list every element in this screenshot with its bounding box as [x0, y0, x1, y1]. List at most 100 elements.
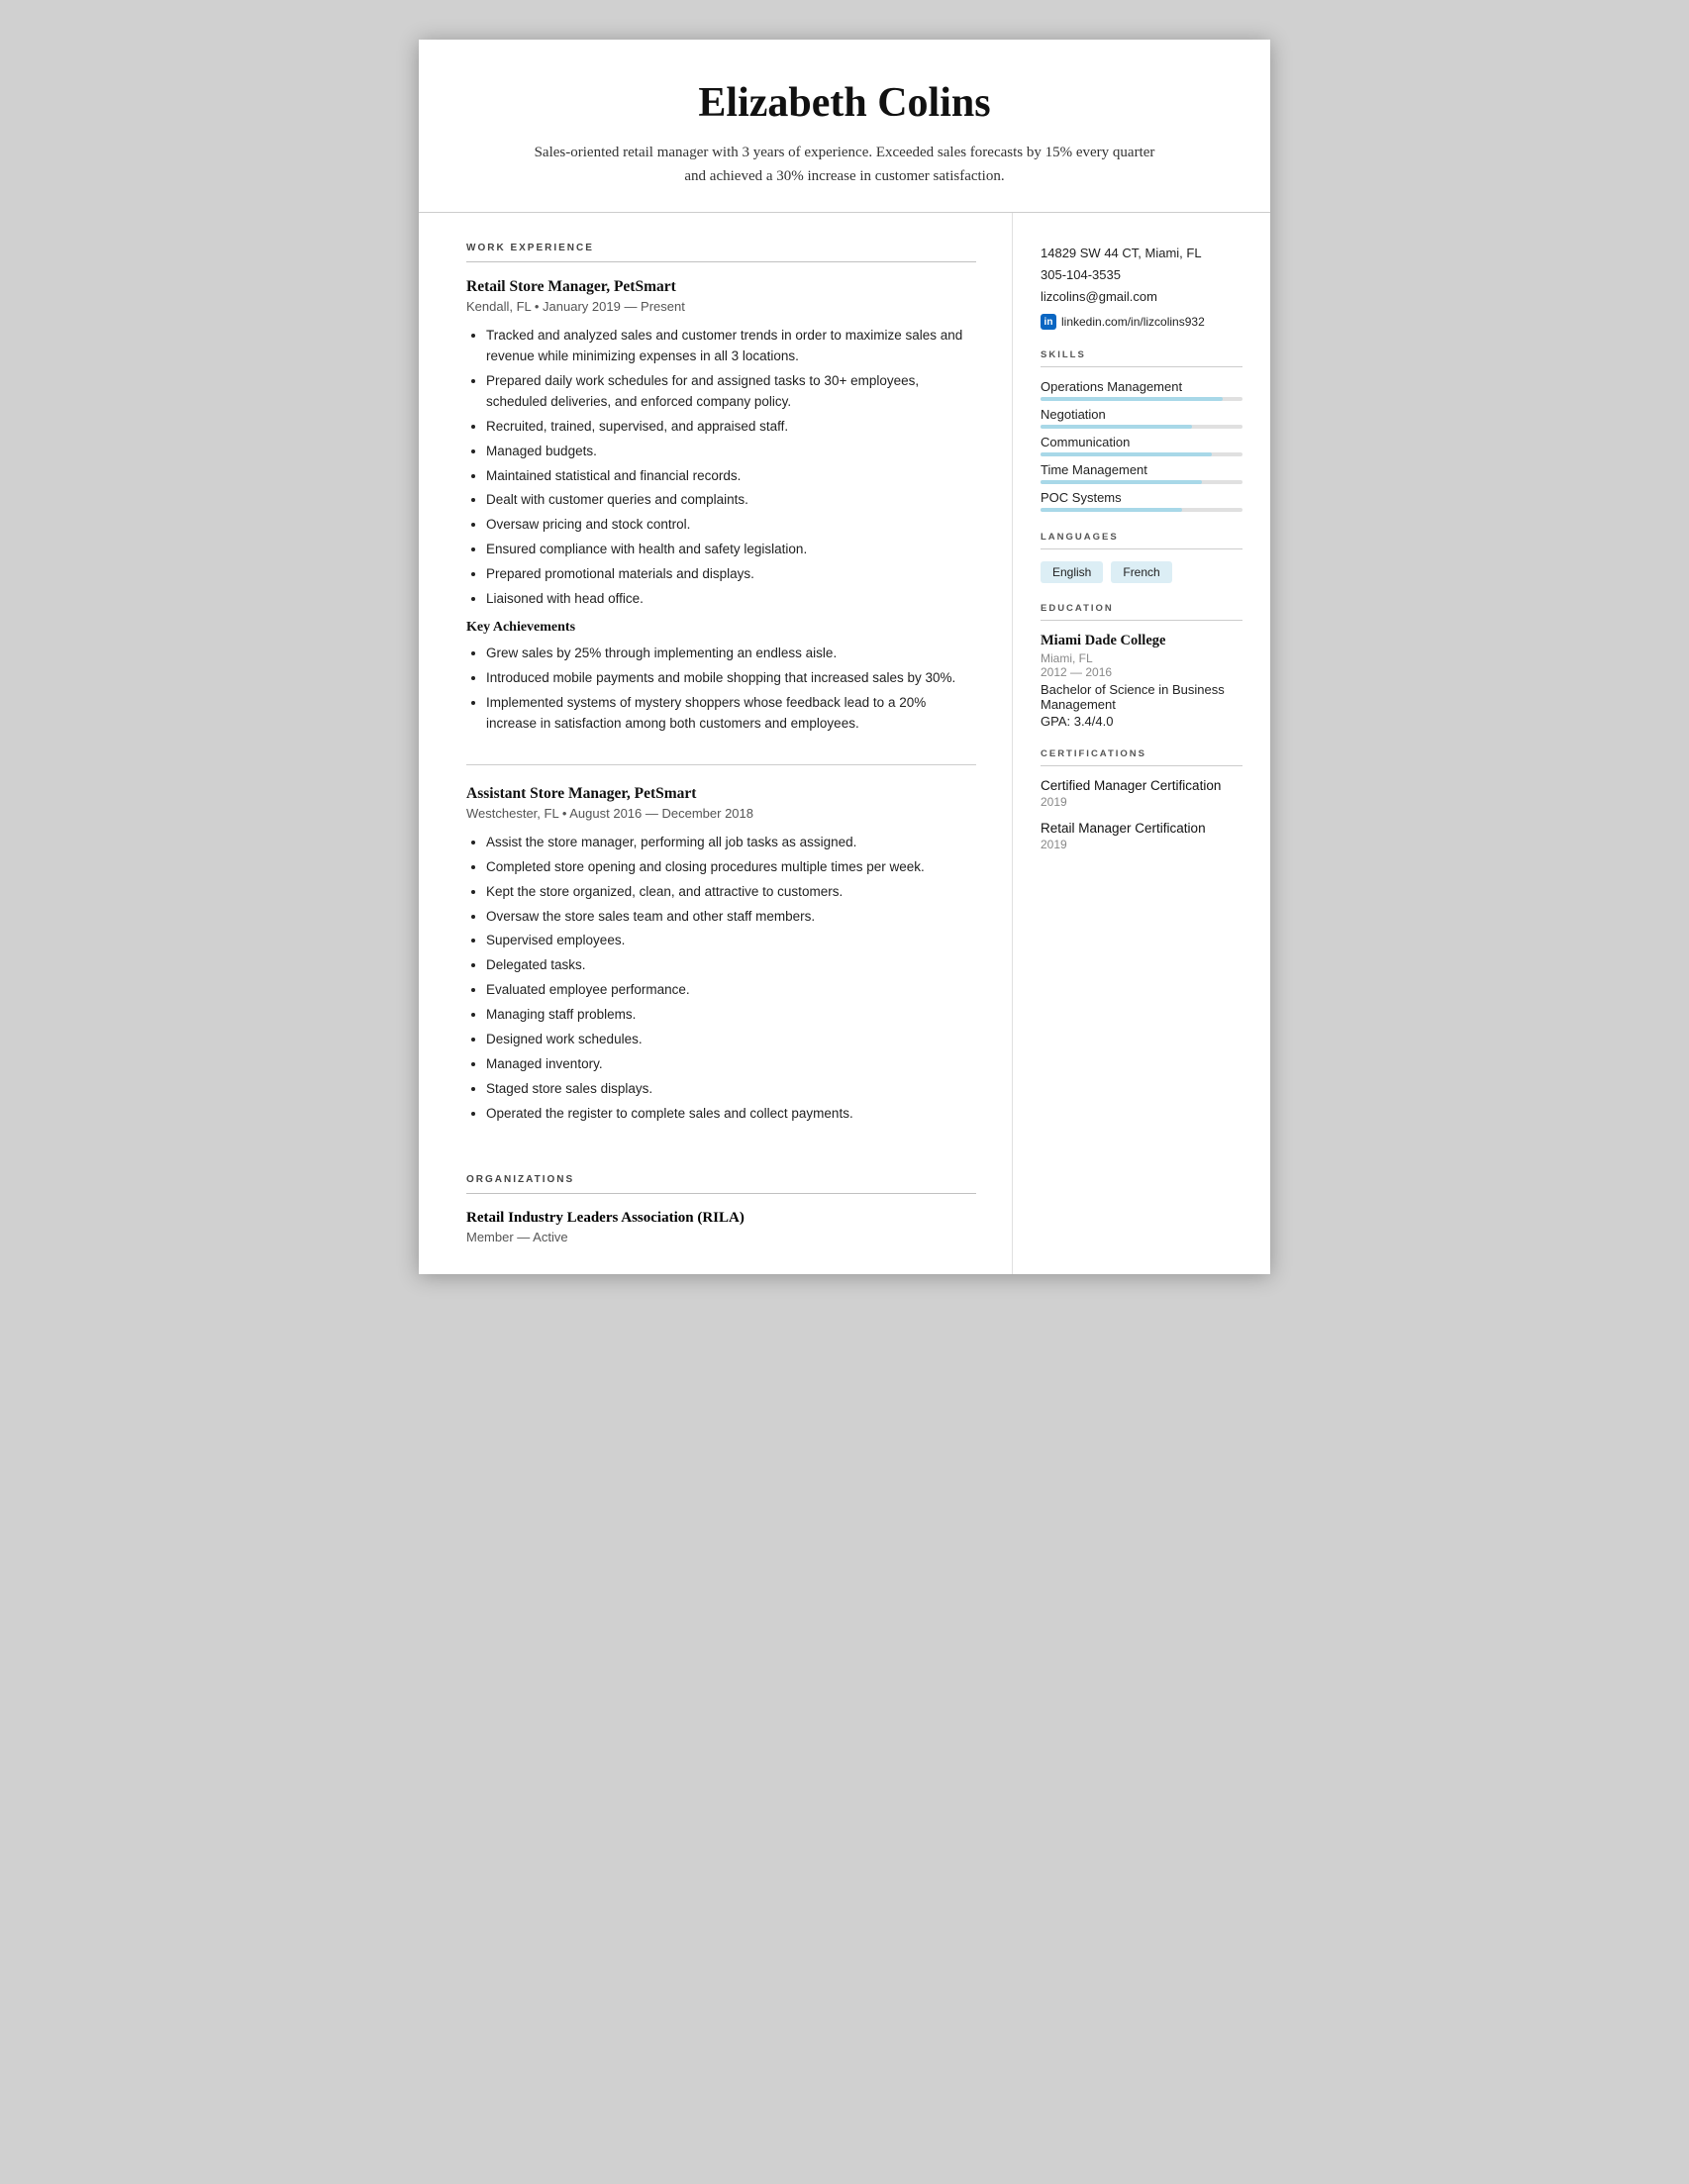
list-item: Implemented systems of mystery shoppers … [486, 693, 976, 735]
edu-years: 2012 — 2016 [1041, 665, 1242, 679]
list-item: Operated the register to complete sales … [486, 1104, 976, 1125]
skill-bar-fill [1041, 452, 1212, 456]
linkedin-row: in linkedin.com/in/lizcolins932 [1041, 314, 1242, 330]
edu-gpa: GPA: 3.4/4.0 [1041, 714, 1242, 729]
list-item: Staged store sales displays. [486, 1079, 976, 1100]
certifications-label: CERTIFICATIONS [1041, 748, 1242, 759]
skill-item: Communication [1041, 435, 1242, 456]
list-item: Supervised employees. [486, 931, 976, 951]
contact-info: 14829 SW 44 CT, Miami, FL 305-104-3535 l… [1041, 243, 1242, 330]
list-item: Kept the store organized, clean, and att… [486, 882, 976, 903]
list-item: Evaluated employee performance. [486, 980, 976, 1001]
list-item: Completed store opening and closing proc… [486, 857, 976, 878]
skill-name: Communication [1041, 435, 1242, 449]
list-item: Recruited, trained, supervised, and appr… [486, 417, 976, 438]
list-item: Ensured compliance with health and safet… [486, 540, 976, 560]
skill-item: Time Management [1041, 462, 1242, 484]
list-item: Oversaw pricing and stock control. [486, 515, 976, 536]
edu-location: Miami, FL [1041, 651, 1242, 665]
email: lizcolins@gmail.com [1041, 286, 1242, 308]
cert-2-year: 2019 [1041, 838, 1242, 851]
cert-1-name: Certified Manager Certification [1041, 778, 1242, 793]
skill-bar-bg [1041, 425, 1242, 429]
list-item: Assist the store manager, performing all… [486, 833, 976, 853]
candidate-name: Elizabeth Colins [478, 79, 1211, 127]
skill-bar-fill [1041, 508, 1182, 512]
language-english: English [1041, 561, 1103, 583]
list-item: Designed work schedules. [486, 1030, 976, 1050]
phone: 305-104-3535 [1041, 264, 1242, 286]
job-2-bullets: Assist the store manager, performing all… [486, 833, 976, 1125]
education-divider [1041, 620, 1242, 621]
skill-name: Operations Management [1041, 379, 1242, 394]
org-meta: Member — Active [466, 1230, 976, 1244]
org-name: Retail Industry Leaders Association (RIL… [466, 1210, 976, 1227]
list-item: Delegated tasks. [486, 955, 976, 976]
education-label: EDUCATION [1041, 603, 1242, 614]
job-1: Retail Store Manager, PetSmart Kendall, … [466, 278, 976, 765]
linkedin-icon: in [1041, 314, 1056, 330]
certifications-divider [1041, 765, 1242, 766]
list-item: Managed inventory. [486, 1054, 976, 1075]
list-item: Introduced mobile payments and mobile sh… [486, 668, 976, 689]
languages-divider [1041, 548, 1242, 549]
skill-bar-fill [1041, 397, 1223, 401]
job-1-title: Retail Store Manager, PetSmart [466, 278, 976, 296]
resume-body: WORK EXPERIENCE Retail Store Manager, Pe… [419, 213, 1270, 1274]
job-2: Assistant Store Manager, PetSmart Westch… [466, 785, 976, 1154]
language-tags: English French [1041, 561, 1242, 583]
work-experience-label: WORK EXPERIENCE [466, 243, 976, 253]
list-item: Prepared promotional materials and displ… [486, 564, 976, 585]
cert-item-1: Certified Manager Certification 2019 [1041, 778, 1242, 809]
organizations-label: ORGANIZATIONS [466, 1174, 976, 1185]
resume-header: Elizabeth Colins Sales-oriented retail m… [419, 40, 1270, 213]
skill-item: POC Systems [1041, 490, 1242, 512]
cert-item-2: Retail Manager Certification 2019 [1041, 821, 1242, 851]
list-item: Managing staff problems. [486, 1005, 976, 1026]
skill-bar-fill [1041, 480, 1202, 484]
organizations-divider [466, 1193, 976, 1194]
candidate-summary: Sales-oriented retail manager with 3 yea… [528, 141, 1161, 188]
cert-1-year: 2019 [1041, 795, 1242, 809]
skill-bar-bg [1041, 480, 1242, 484]
list-item: Managed budgets. [486, 442, 976, 462]
skills-divider [1041, 366, 1242, 367]
job-1-achievements: Grew sales by 25% through implementing a… [486, 644, 976, 735]
skill-item: Operations Management [1041, 379, 1242, 401]
skills-label: SKILLS [1041, 349, 1242, 360]
job-1-bullets: Tracked and analyzed sales and customer … [486, 326, 976, 610]
cert-2-name: Retail Manager Certification [1041, 821, 1242, 836]
linkedin-url: linkedin.com/in/lizcolins932 [1061, 315, 1205, 329]
languages-label: LANGUAGES [1041, 532, 1242, 543]
list-item: Liaisoned with head office. [486, 589, 976, 610]
job-2-meta: Westchester, FL • August 2016 — December… [466, 806, 976, 821]
left-column: WORK EXPERIENCE Retail Store Manager, Pe… [419, 213, 1013, 1274]
address: 14829 SW 44 CT, Miami, FL [1041, 243, 1242, 264]
skill-name: Time Management [1041, 462, 1242, 477]
skill-name: Negotiation [1041, 407, 1242, 422]
resume-document: Elizabeth Colins Sales-oriented retail m… [419, 40, 1270, 1274]
skill-name: POC Systems [1041, 490, 1242, 505]
skill-item: Negotiation [1041, 407, 1242, 429]
work-experience-divider [466, 261, 976, 262]
job-2-title: Assistant Store Manager, PetSmart [466, 785, 976, 803]
list-item: Grew sales by 25% through implementing a… [486, 644, 976, 664]
work-experience-section: WORK EXPERIENCE Retail Store Manager, Pe… [466, 243, 976, 1154]
edu-school: Miami Dade College [1041, 633, 1242, 649]
skill-bar-bg [1041, 397, 1242, 401]
list-item: Dealt with customer queries and complain… [486, 490, 976, 511]
job-1-meta: Kendall, FL • January 2019 — Present [466, 299, 976, 314]
certifications-section: CERTIFICATIONS Certified Manager Certifi… [1041, 748, 1242, 851]
list-item: Oversaw the store sales team and other s… [486, 907, 976, 928]
skills-section: SKILLS Operations Management Negotiation… [1041, 349, 1242, 512]
list-item: Tracked and analyzed sales and customer … [486, 326, 976, 367]
skill-bar-fill [1041, 425, 1192, 429]
list-item: Prepared daily work schedules for and as… [486, 371, 976, 413]
languages-section: LANGUAGES English French [1041, 532, 1242, 583]
organizations-section: ORGANIZATIONS Retail Industry Leaders As… [466, 1174, 976, 1244]
right-column: 14829 SW 44 CT, Miami, FL 305-104-3535 l… [1013, 213, 1270, 1274]
education-section: EDUCATION Miami Dade College Miami, FL 2… [1041, 603, 1242, 729]
skill-bar-bg [1041, 452, 1242, 456]
key-achievements-label: Key Achievements [466, 620, 976, 636]
language-french: French [1111, 561, 1171, 583]
